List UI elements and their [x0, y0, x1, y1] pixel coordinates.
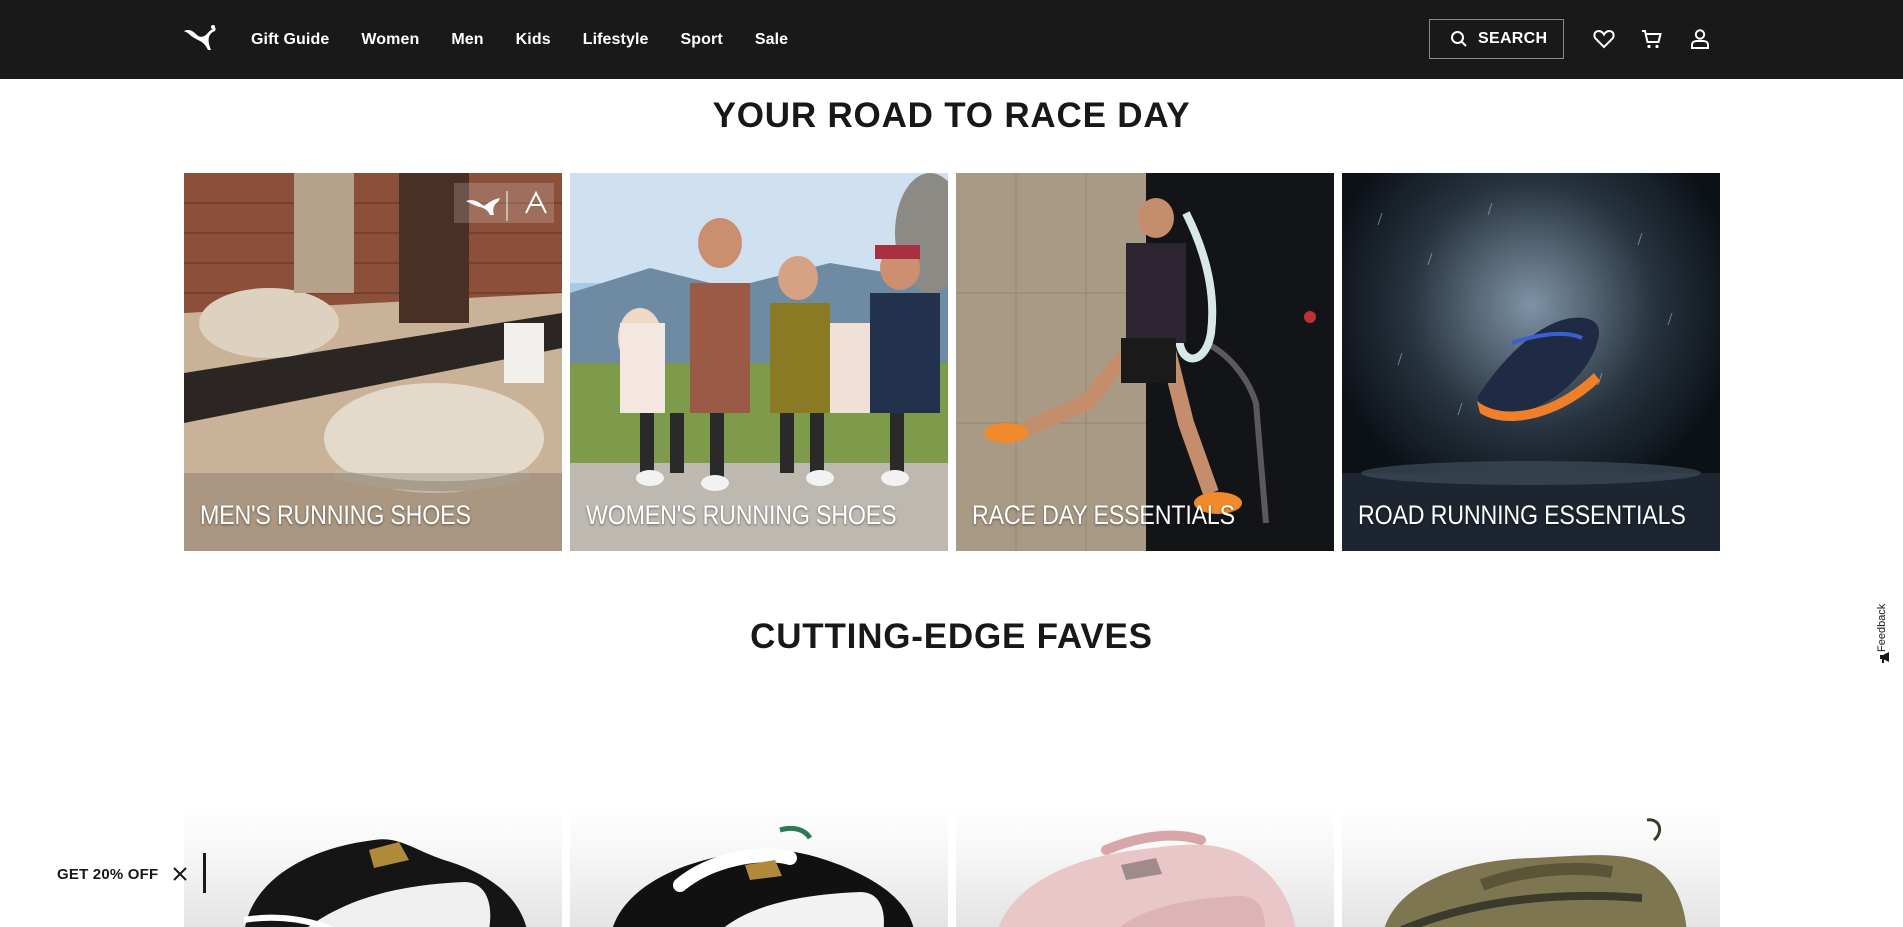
product-image-black-sneaker	[243, 839, 527, 927]
tile-womens-running-shoes[interactable]: WOMEN'S RUNNING SHOES	[570, 173, 948, 551]
product-card[interactable]	[570, 808, 948, 927]
tile-race-day-essentials[interactable]: RACE DAY ESSENTIALS	[956, 173, 1334, 551]
tile-label: ROAD RUNNING ESSENTIALS	[1358, 500, 1686, 530]
search-label: SEARCH	[1478, 30, 1548, 47]
nav-women[interactable]: Women	[361, 31, 419, 49]
womens-running-image	[570, 173, 948, 551]
promo-widget: GET 20% OFF	[42, 855, 188, 893]
tile-label: MEN'S RUNNING SHOES	[200, 500, 471, 530]
tile-label: WOMEN'S RUNNING SHOES	[586, 500, 897, 530]
promo-label[interactable]: GET 20% OFF	[57, 866, 158, 883]
tile-mens-running-shoes[interactable]: MEN'S RUNNING SHOES	[184, 173, 562, 551]
heart-icon[interactable]	[1592, 27, 1616, 51]
nav-kids[interactable]: Kids	[516, 31, 551, 49]
close-icon[interactable]	[172, 866, 188, 882]
top-navigation-bar: Gift Guide Women Men Kids Lifestyle Spor…	[0, 0, 1903, 79]
nav-sale[interactable]: Sale	[755, 31, 788, 49]
nav-gift-guide[interactable]: Gift Guide	[251, 31, 329, 49]
race-day-image	[956, 173, 1334, 551]
nav-men[interactable]: Men	[451, 31, 483, 49]
product-image-black-fat-lace-sneaker	[613, 825, 914, 927]
search-button[interactable]: SEARCH	[1429, 19, 1564, 59]
promo-divider	[203, 853, 206, 893]
product-image-pink-sneaker	[999, 830, 1295, 927]
product-card[interactable]	[956, 808, 1334, 927]
product-card[interactable]	[1342, 808, 1720, 927]
product-image-olive-sneaker	[1384, 818, 1687, 927]
cart-icon[interactable]	[1640, 27, 1664, 51]
race-section-title: YOUR ROAD TO RACE DAY	[712, 96, 1191, 135]
mens-running-image	[184, 173, 562, 551]
nav-sport[interactable]: Sport	[681, 31, 723, 49]
megaphone-icon	[1880, 652, 1889, 663]
feedback-label: Feedback	[1876, 603, 1888, 652]
tile-road-running-essentials[interactable]: ROAD RUNNING ESSENTIALS	[1342, 173, 1720, 551]
search-icon	[1451, 31, 1467, 47]
nav-lifestyle[interactable]: Lifestyle	[583, 31, 649, 49]
category-tiles: MEN'S RUNNING SHOES WOMEN'S RUNNING SHOE…	[184, 173, 1721, 551]
product-card[interactable]	[184, 808, 562, 927]
product-carousel	[184, 808, 1721, 927]
faves-section-title: CUTTING-EDGE FAVES	[750, 617, 1153, 656]
puma-logo-icon[interactable]	[182, 22, 218, 52]
feedback-tab[interactable]: Feedback	[1874, 592, 1896, 670]
tile-label: RACE DAY ESSENTIALS	[972, 500, 1235, 530]
main-nav: Gift Guide Women Men Kids Lifestyle Spor…	[251, 0, 820, 79]
road-running-image	[1342, 173, 1720, 551]
account-icon[interactable]	[1688, 27, 1712, 51]
